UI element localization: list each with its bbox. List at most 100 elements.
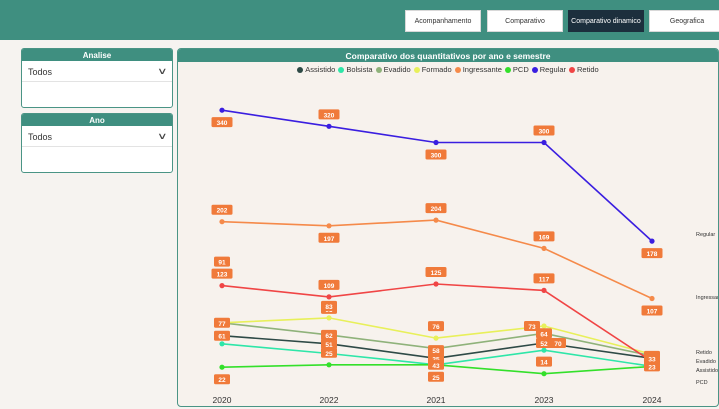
series-end-label: Regular [696, 232, 715, 238]
data-point-bolsista[interactable] [219, 341, 225, 347]
line-chart: 340 320 300 300 178 202 197 204 169 107 123 109 125 1… [211, 107, 719, 405]
svg-text:204: 204 [431, 206, 442, 213]
data-label: 107 [641, 305, 663, 316]
data-label: 178 [641, 248, 663, 259]
data-label: 197 [318, 232, 340, 243]
svg-text:117: 117 [539, 276, 550, 283]
tab-acompanhamento[interactable]: Acompanhamento [405, 10, 481, 32]
svg-text:300: 300 [539, 129, 550, 136]
svg-text:43: 43 [432, 363, 440, 370]
data-label: 43 [428, 359, 444, 370]
ano-selected-value: Todos [28, 131, 53, 142]
data-label: 61 [214, 330, 230, 341]
svg-text:14: 14 [540, 360, 548, 367]
data-point-formado[interactable] [326, 315, 332, 321]
data-label: 70 [550, 337, 566, 348]
data-label: 123 [211, 268, 233, 279]
svg-text:300: 300 [431, 153, 442, 160]
tab-comparativo-dinamico[interactable]: Comparativo dinamico [568, 10, 644, 32]
svg-text:109: 109 [324, 283, 335, 290]
data-label: 204 [425, 203, 447, 214]
line-chart-panel: Comparativo dos quantitativos por ano e … [177, 48, 719, 407]
svg-text:178: 178 [647, 251, 658, 258]
data-point-retido[interactable] [219, 283, 225, 289]
chevron-down-icon: ∨ [157, 66, 168, 76]
svg-text:107: 107 [647, 309, 658, 316]
svg-text:76: 76 [432, 324, 440, 331]
svg-text:83: 83 [325, 304, 333, 311]
series-end-label: Retido [696, 350, 712, 356]
svg-text:320: 320 [324, 112, 335, 119]
data-label: 64 [536, 328, 552, 339]
data-label: 14 [536, 356, 552, 367]
svg-text:91: 91 [218, 260, 226, 267]
data-point-ingressante[interactable] [541, 245, 547, 251]
tab-geografica[interactable]: Geografica [649, 10, 719, 32]
data-point-pcd[interactable] [541, 371, 547, 377]
data-point-retido[interactable] [541, 287, 547, 293]
top-nav-bar: Acompanhamento Comparativo Comparativo d… [0, 0, 719, 40]
svg-text:73: 73 [528, 324, 536, 331]
data-point-bolsista[interactable] [541, 347, 547, 353]
data-label: 320 [318, 109, 340, 119]
data-point-pcd[interactable] [219, 364, 225, 370]
svg-text:23: 23 [648, 364, 656, 371]
svg-text:22: 22 [218, 377, 226, 384]
svg-text:169: 169 [539, 234, 550, 241]
data-point-retido[interactable] [326, 294, 332, 300]
svg-text:61: 61 [218, 334, 226, 341]
svg-text:52: 52 [540, 341, 548, 348]
x-tick-label: 2021 [427, 395, 446, 405]
tab-comparativo[interactable]: Comparativo [487, 10, 563, 32]
svg-text:197: 197 [324, 236, 335, 243]
x-tick-label: 2024 [643, 395, 662, 405]
data-point-regular[interactable] [219, 107, 225, 113]
data-point-formado[interactable] [541, 323, 547, 329]
data-label: 125 [425, 266, 447, 277]
data-point-regular[interactable] [433, 139, 439, 146]
data-label: 91 [214, 256, 230, 267]
svg-text:340: 340 [217, 120, 228, 127]
slicer-ano: Ano Todos ∨ [21, 113, 173, 173]
data-point-retido[interactable] [433, 281, 439, 287]
data-label: 62 [321, 329, 337, 340]
x-tick-label: 2022 [320, 395, 339, 405]
data-point-pcd[interactable] [326, 362, 332, 368]
series-line-ingressante [221, 219, 653, 300]
data-point-formado[interactable] [433, 335, 439, 341]
data-label: 76 [428, 321, 444, 332]
data-label: 25 [428, 371, 444, 382]
data-point-regular[interactable] [541, 139, 547, 146]
ano-dropdown[interactable]: Todos ∨ [22, 127, 172, 147]
data-point-ingressante[interactable] [649, 295, 655, 302]
x-tick-label: 2023 [535, 395, 554, 405]
data-point-regular[interactable] [649, 238, 655, 244]
svg-text:77: 77 [218, 321, 226, 328]
series-end-label: PCD [696, 380, 708, 386]
data-label: 117 [533, 273, 555, 284]
x-tick-label: 2020 [213, 395, 232, 405]
data-label: 300 [533, 125, 555, 136]
analise-dropdown[interactable]: Todos ∨ [22, 62, 172, 82]
data-label: 109 [318, 279, 340, 290]
slicer-analise-title: Analise [22, 49, 172, 61]
data-label: 300 [425, 149, 447, 160]
svg-text:202: 202 [217, 208, 228, 215]
series-end-label: Evadido [696, 359, 716, 365]
svg-text:123: 123 [217, 272, 228, 279]
series-end-label: Assistido [696, 368, 718, 374]
series-end-label: Ingressan [696, 295, 719, 301]
data-label: 22 [214, 374, 230, 385]
data-point-ingressante[interactable] [326, 223, 332, 229]
data-label: 202 [211, 204, 233, 215]
chevron-down-icon: ∨ [157, 131, 168, 141]
slicer-analise: Analise Todos ∨ [21, 48, 173, 108]
svg-text:25: 25 [432, 375, 440, 382]
data-label: 83 [321, 300, 337, 311]
data-label: 51 [321, 338, 337, 349]
data-label: 25 [321, 347, 337, 358]
data-point-regular[interactable] [326, 123, 332, 129]
data-point-ingressante[interactable] [219, 219, 225, 225]
slicer-ano-title: Ano [22, 114, 172, 126]
data-point-ingressante[interactable] [433, 217, 439, 223]
